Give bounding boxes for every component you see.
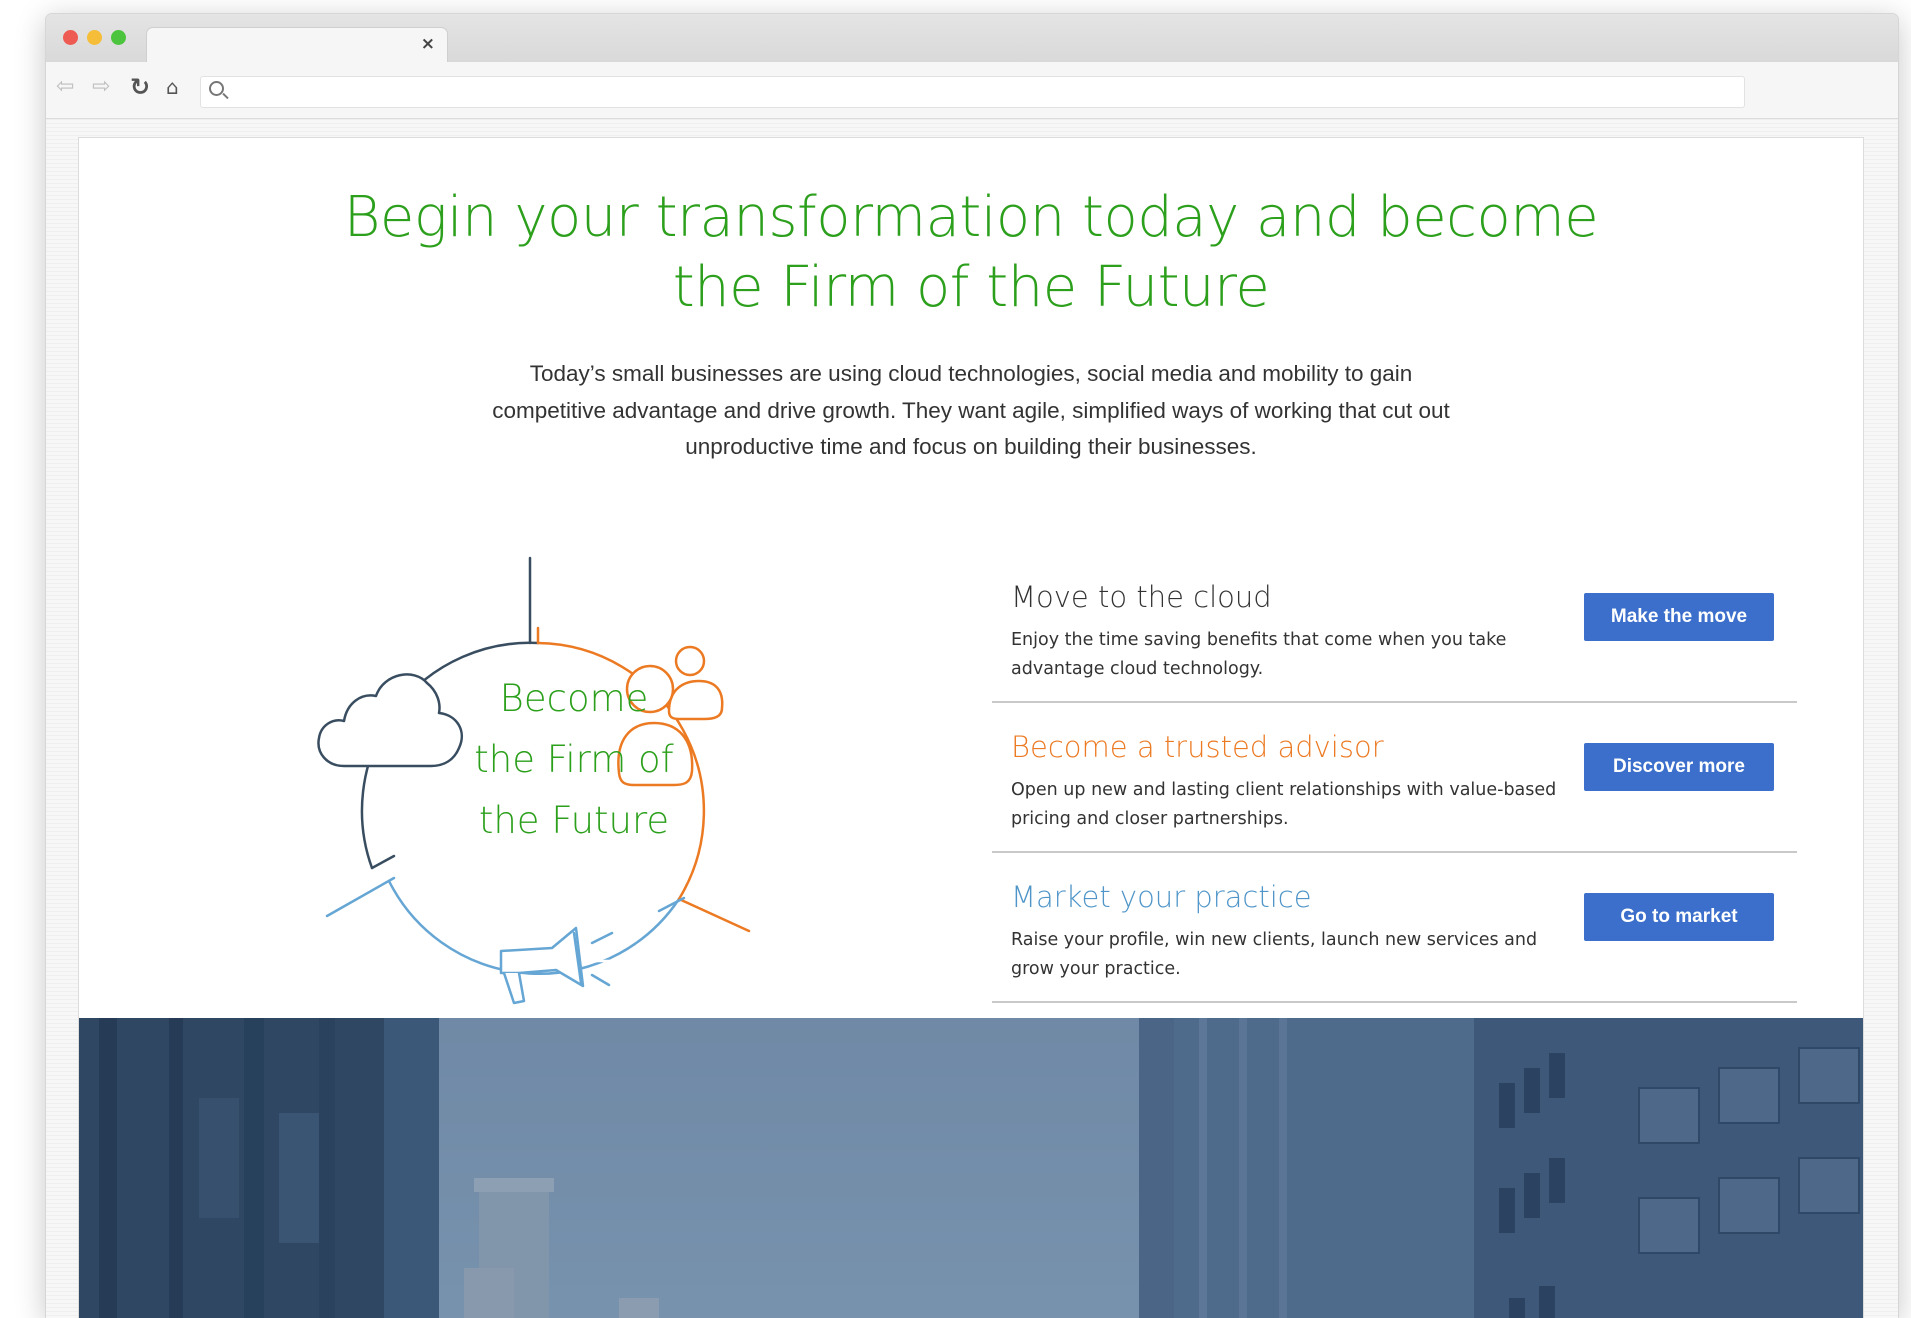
minimize-window-button[interactable]: [87, 30, 102, 45]
go-to-market-button[interactable]: Go to market: [1584, 893, 1774, 941]
spoke-dark-left: [370, 854, 396, 870]
feature-desc-line-1: Raise your profile, win new clients, lau…: [1011, 930, 1538, 950]
megaphone-icon: [499, 926, 616, 1005]
discover-more-button[interactable]: Discover more: [1584, 743, 1774, 791]
feature-description: Enjoy the time saving benefits that come…: [1011, 626, 1571, 684]
feature-description: Open up new and lasting client relations…: [1011, 776, 1571, 834]
page-viewport: Begin your transformation today and beco…: [46, 119, 1898, 1318]
feature-desc-line-2: pricing and closer partnerships.: [1011, 809, 1289, 829]
feature-trusted-advisor: Become a trusted advisor Open up new and…: [992, 703, 1797, 853]
illustration-line-1: Become: [499, 677, 649, 720]
feature-desc-line-2: advantage cloud technology.: [1011, 659, 1264, 679]
intro-line-3: unproductive time and focus on building …: [685, 434, 1257, 459]
feature-desc-line-2: grow your practice.: [1011, 959, 1181, 979]
browser-tab[interactable]: ×: [146, 27, 448, 63]
back-arrow-icon[interactable]: ⇦: [56, 74, 74, 100]
address-bar[interactable]: [200, 76, 1745, 108]
intro-line-2: competitive advantage and drive growth. …: [492, 397, 1450, 423]
feature-title: Become a trusted advisor: [1011, 730, 1384, 764]
headline-line-1: Begin your transformation today and beco…: [343, 185, 1599, 250]
feature-title: Market your practice: [1011, 880, 1312, 914]
spoke-orange-right: [677, 897, 751, 933]
browser-window: × ⇦ ⇨ ↻ ⌂ Begin your transformation toda…: [45, 13, 1899, 1318]
maximize-window-button[interactable]: [111, 30, 126, 45]
feature-desc-line-1: Open up new and lasting client relations…: [1011, 780, 1557, 800]
feature-move-to-cloud: Move to the cloud Enjoy the time saving …: [992, 553, 1797, 703]
headline-line-2: the Firm of the Future: [672, 255, 1270, 320]
intro-line-1: Today’s small businesses are using cloud…: [529, 361, 1413, 386]
make-the-move-button[interactable]: Make the move: [1584, 593, 1774, 641]
spoke-blue-left: [325, 876, 396, 918]
home-icon[interactable]: ⌂: [166, 74, 179, 100]
feature-market-practice: Market your practice Raise your profile,…: [992, 853, 1797, 1003]
intro-paragraph: Today’s small businesses are using cloud…: [429, 356, 1513, 466]
illustration-caption: Become the Firm of the Future: [449, 668, 699, 851]
illustration-line-2: the Firm of: [474, 738, 674, 781]
skyline-image: [79, 1018, 1863, 1318]
search-icon: [209, 81, 224, 96]
forward-arrow-icon[interactable]: ⇨: [92, 74, 110, 100]
tab-close-icon[interactable]: ×: [421, 34, 435, 54]
feature-title: Move to the cloud: [1011, 580, 1272, 614]
page-headline: Begin your transformation today and beco…: [79, 183, 1863, 323]
web-page: Begin your transformation today and beco…: [78, 137, 1864, 1318]
browser-toolbar: ⇦ ⇨ ↻ ⌂: [46, 62, 1898, 119]
close-window-button[interactable]: [63, 30, 78, 45]
reload-icon[interactable]: ↻: [130, 74, 150, 100]
feature-desc-line-1: Enjoy the time saving benefits that come…: [1011, 630, 1507, 650]
feature-description: Raise your profile, win new clients, lau…: [1011, 926, 1571, 984]
illustration-line-3: the Future: [478, 799, 670, 842]
cloud-icon: [317, 673, 464, 768]
tab-bar: ×: [46, 14, 1898, 63]
city-skyline-photo: [79, 1018, 1863, 1318]
